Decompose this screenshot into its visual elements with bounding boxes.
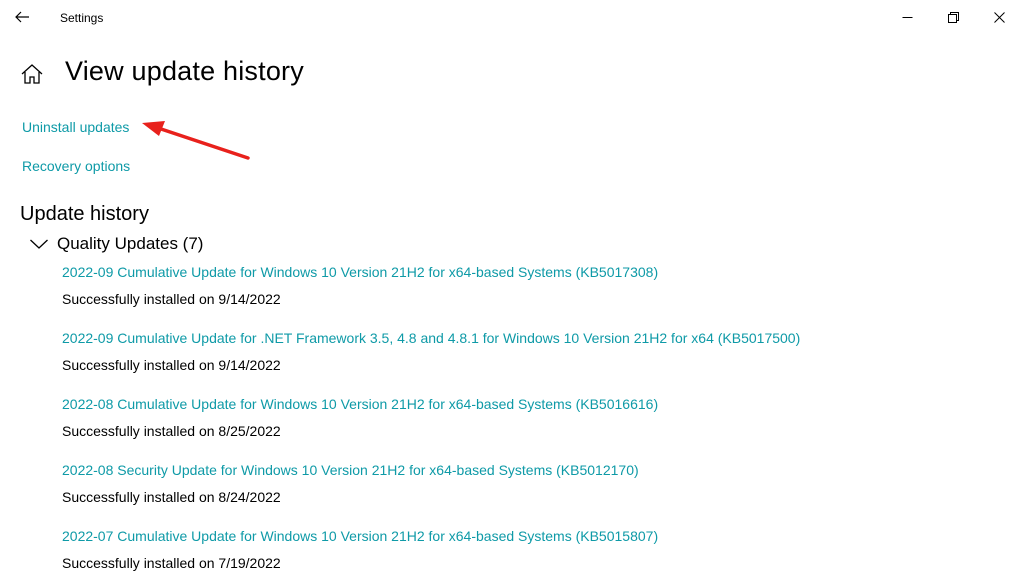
minimize-icon <box>902 16 912 18</box>
update-status: Successfully installed on 9/14/2022 <box>62 291 281 307</box>
update-status: Successfully installed on 8/25/2022 <box>62 423 281 439</box>
update-name-link[interactable]: 2022-09 Cumulative Update for .NET Frame… <box>62 330 800 346</box>
group-label: Quality Updates (7) <box>57 234 204 253</box>
restore-button[interactable] <box>930 0 976 34</box>
update-status: Successfully installed on 9/14/2022 <box>62 357 281 373</box>
update-history-heading: Update history <box>20 203 149 225</box>
update-name-link[interactable]: 2022-08 Cumulative Update for Windows 10… <box>62 396 658 412</box>
uninstall-updates-link[interactable]: Uninstall updates <box>22 119 129 135</box>
list-item: 2022-09 Cumulative Update for .NET Frame… <box>62 328 962 394</box>
title-bar: Settings <box>0 0 1014 34</box>
back-button[interactable] <box>4 0 40 34</box>
settings-window: Settings View update history Uninstall u… <box>0 0 1014 585</box>
list-item: 2022-08 Security Update for Windows 10 V… <box>62 460 962 526</box>
quality-updates-group[interactable]: Quality Updates (7) <box>29 233 203 255</box>
list-item: 2022-07 Cumulative Update for Windows 10… <box>62 526 962 585</box>
list-item: 2022-08 Cumulative Update for Windows 10… <box>62 394 962 460</box>
restore-icon <box>947 11 959 23</box>
update-name-link[interactable]: 2022-08 Security Update for Windows 10 V… <box>62 462 639 478</box>
recovery-options-link[interactable]: Recovery options <box>22 158 130 174</box>
app-title: Settings <box>60 11 104 25</box>
update-list: 2022-09 Cumulative Update for Windows 10… <box>62 262 962 585</box>
page-title: View update history <box>65 56 304 86</box>
update-status: Successfully installed on 7/19/2022 <box>62 555 281 571</box>
minimize-button[interactable] <box>884 0 930 34</box>
update-name-link[interactable]: 2022-07 Cumulative Update for Windows 10… <box>62 528 658 544</box>
close-icon <box>993 11 1005 23</box>
update-name-link[interactable]: 2022-09 Cumulative Update for Windows 10… <box>62 264 658 280</box>
update-status: Successfully installed on 8/24/2022 <box>62 489 281 505</box>
back-arrow-icon <box>15 11 29 23</box>
list-item: 2022-09 Cumulative Update for Windows 10… <box>62 262 962 328</box>
close-button[interactable] <box>976 0 1014 34</box>
chevron-down-icon <box>30 239 48 249</box>
annotation-arrow-icon <box>142 121 250 160</box>
home-icon[interactable] <box>20 63 44 85</box>
